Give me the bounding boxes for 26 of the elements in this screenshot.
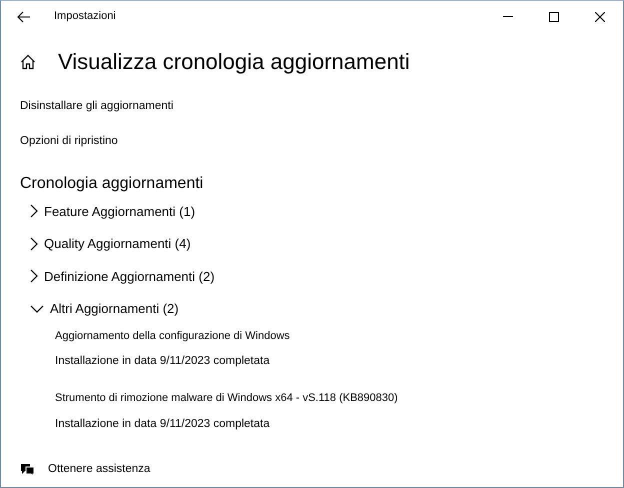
expander-button[interactable]: Definizione Aggiornamenti (2) [30, 266, 215, 286]
close-icon [595, 12, 605, 22]
status-text: Installazione in data 9/11/2023 completata [55, 354, 271, 369]
help-link[interactable]: Ottenere assistenza [20, 461, 150, 478]
help-text: Ottenere assistenza [48, 462, 150, 477]
chevron-right-icon [30, 236, 38, 251]
window-title: Impostazioni [54, 9, 117, 24]
help-chat-icon [20, 463, 35, 476]
expander-button[interactable]: Altri Aggiornamenti (2) [30, 299, 179, 318]
minimize-icon [503, 16, 513, 17]
maximize-icon [549, 12, 559, 22]
link[interactable]: Disinstallare gli aggiornamenti [20, 98, 174, 116]
chevron-right-icon [30, 204, 38, 218]
back-icon [17, 10, 31, 22]
status-text: Installazione in data 9/11/2023 completata [55, 416, 271, 432]
home-button[interactable] [20, 54, 36, 70]
update-link[interactable]: Aggiornamento della configurazione di Windows [55, 328, 290, 344]
section-heading: Cronologia aggiornamenti [20, 176, 204, 192]
link[interactable]: Opzioni di ripristino [20, 133, 118, 150]
expander-button[interactable]: Quality Aggiornamenti (4) [30, 234, 191, 254]
home-icon [20, 54, 36, 70]
chevron-right-icon [30, 269, 38, 284]
page-title: Visualizza cronologia aggiornamenti [58, 51, 410, 73]
chevron-down-icon [30, 304, 44, 313]
update-link[interactable]: Strumento di rimozione malware di Windows x64 - vS.118 (KB890830) [55, 390, 398, 407]
expander-button[interactable]: Feature Aggiornamenti (1) [30, 202, 196, 221]
